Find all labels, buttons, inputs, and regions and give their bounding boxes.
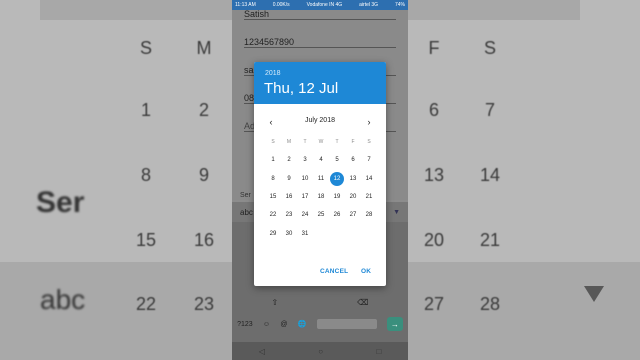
calendar-day[interactable]: 5 <box>330 153 344 167</box>
bg-weekday-m: M <box>196 38 212 58</box>
chevron-left-icon[interactable]: ‹ <box>266 117 276 127</box>
calendar-day[interactable]: 22 <box>266 208 280 222</box>
calendar-day[interactable]: 8 <box>266 172 280 186</box>
bg-weekday-f: F <box>428 38 440 58</box>
backspace-key[interactable]: ⌫ <box>357 298 368 307</box>
calendar-day[interactable]: 4 <box>314 153 328 167</box>
calendar-day[interactable]: 26 <box>330 208 344 222</box>
bg-day: 20 <box>423 230 445 250</box>
weekday-label: S <box>271 139 275 145</box>
calendar-day[interactable]: 7 <box>362 153 376 167</box>
bg-day: 1 <box>140 100 151 120</box>
space-key[interactable] <box>316 319 377 329</box>
calendar-day[interactable]: 24 <box>298 208 312 222</box>
collapse-icon[interactable]: ▼ <box>393 209 400 216</box>
bg-day: 6 <box>428 100 439 120</box>
calendar-day[interactable]: 15 <box>266 190 280 204</box>
keyboard-suggestion[interactable]: abc <box>240 208 253 217</box>
calendar-day[interactable]: 14 <box>362 172 376 186</box>
calendar-day[interactable]: 3 <box>298 153 312 167</box>
selected-day[interactable]: 12 <box>330 172 344 186</box>
bg-weekday-s1: S <box>139 38 152 58</box>
bg-day: 15 <box>135 230 157 250</box>
bg-day: 22 <box>135 294 157 314</box>
cancel-button[interactable]: CANCEL <box>320 268 348 275</box>
status-battery: 74% <box>394 2 405 8</box>
bg-day: 13 <box>423 165 445 185</box>
calendar-day[interactable]: 17 <box>298 190 312 204</box>
keyboard-row: ⇧ ⌫ <box>232 298 408 307</box>
weekday-label: S <box>367 139 371 145</box>
keyboard-bottom-row: ?123 ☺ @ 🌐 → <box>232 314 408 334</box>
bg-day: 9 <box>198 165 209 185</box>
bg-day: 7 <box>484 100 495 120</box>
symbols-key[interactable]: ?123 <box>237 321 253 328</box>
calendar-day[interactable]: 6 <box>346 153 360 167</box>
header-date[interactable]: Thu, 12 Jul <box>264 80 338 97</box>
bg-day: 27 <box>423 294 445 314</box>
bg-day: 21 <box>479 230 501 250</box>
calendar-day[interactable]: 21 <box>362 190 376 204</box>
calendar-day[interactable]: 11 <box>314 172 328 186</box>
emoji-key[interactable]: ☺ <box>263 321 270 328</box>
calendar-day[interactable]: 20 <box>346 190 360 204</box>
weekday-label: M <box>286 139 292 145</box>
bg-section-text: Ser <box>36 186 85 219</box>
section-label: Ser <box>240 192 251 199</box>
bg-day: 8 <box>140 165 151 185</box>
calendar-day[interactable]: 28 <box>362 208 376 222</box>
enter-key[interactable]: → <box>386 317 403 331</box>
calendar-day[interactable]: 9 <box>282 172 296 186</box>
calendar-day[interactable]: 16 <box>282 190 296 204</box>
calendar-day[interactable]: 19 <box>330 190 344 204</box>
at-key[interactable]: @ <box>280 321 287 328</box>
bg-day: 16 <box>193 230 215 250</box>
calendar-day[interactable]: 18 <box>314 190 328 204</box>
calendar-day[interactable]: 1 <box>266 153 280 167</box>
calendar-day[interactable]: 30 <box>282 227 296 241</box>
navigation-bar: ◁ ○ □ <box>232 342 408 360</box>
calendar-day[interactable]: 23 <box>282 208 296 222</box>
bg-day: 28 <box>479 294 501 314</box>
home-nav-icon[interactable]: ○ <box>318 347 323 356</box>
recents-nav-icon[interactable]: □ <box>376 347 381 356</box>
language-key[interactable]: 🌐 <box>298 320 307 328</box>
bg-day: 2 <box>198 100 209 120</box>
bg-keyboard-text: abc <box>40 284 86 315</box>
calendar-day[interactable]: 13 <box>346 172 360 186</box>
name-field[interactable]: Satish <box>244 6 396 20</box>
date-picker-dialog: 2018 Thu, 12 Jul ‹ July 2018 › SMTWTFS 1… <box>254 62 386 286</box>
weekday-label: W <box>318 139 324 145</box>
back-nav-icon[interactable]: ◁ <box>259 347 265 356</box>
header-year[interactable]: 2018 <box>265 70 281 77</box>
month-title: July 2018 <box>305 117 335 124</box>
phone-field[interactable]: 1234567890 <box>244 34 396 48</box>
bg-weekday-s2: S <box>483 38 496 58</box>
chevron-right-icon[interactable]: › <box>364 117 374 127</box>
ok-button[interactable]: OK <box>361 268 371 275</box>
calendar-day[interactable]: 27 <box>346 208 360 222</box>
bg-day: 23 <box>193 294 215 314</box>
calendar-day[interactable]: 2 <box>282 153 296 167</box>
calendar-day[interactable]: 29 <box>266 227 280 241</box>
shift-key[interactable]: ⇧ <box>271 298 278 307</box>
screen: S M F S 1 2 6 7 8 9 13 14 Ser 15 16 20 2… <box>0 0 640 360</box>
weekday-label: F <box>351 139 355 145</box>
calendar-day[interactable]: 25 <box>314 208 328 222</box>
calendar-day[interactable]: 10 <box>298 172 312 186</box>
calendar-day[interactable]: 31 <box>298 227 312 241</box>
weekday-label: T <box>335 139 339 145</box>
date-picker-header: 2018 Thu, 12 Jul <box>254 62 386 104</box>
bg-triangle-icon <box>584 286 604 302</box>
weekday-label: T <box>303 139 307 145</box>
bg-day: 14 <box>479 165 501 185</box>
